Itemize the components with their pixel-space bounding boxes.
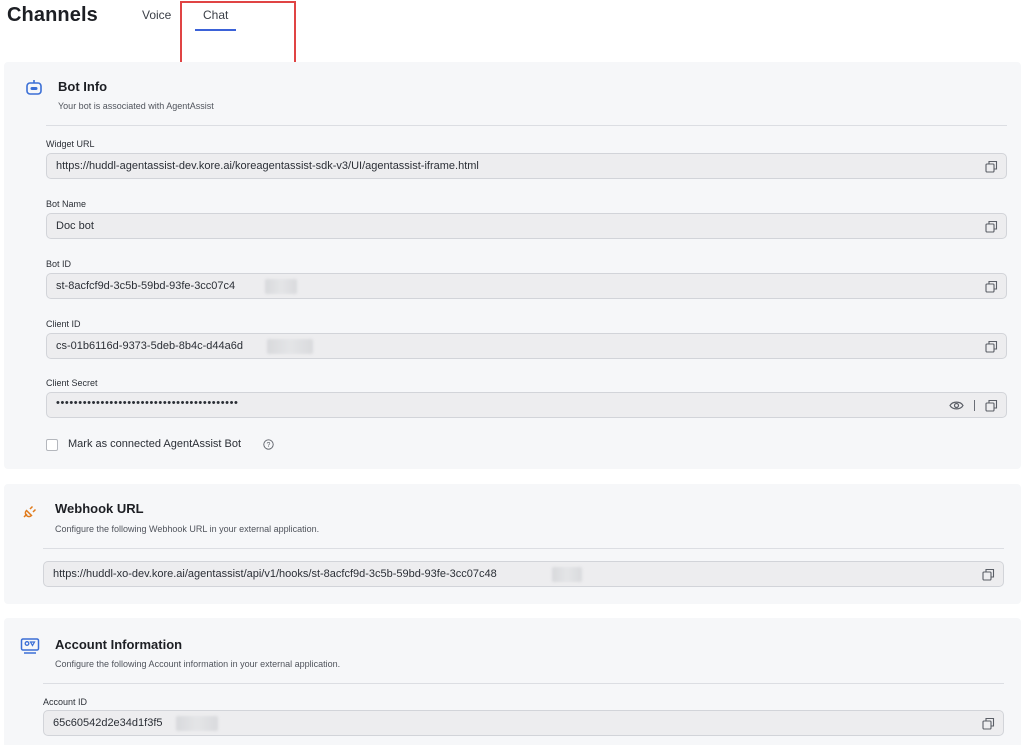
redaction-blur <box>265 279 297 294</box>
plug-icon <box>23 505 37 518</box>
account-title: Account Information <box>55 637 183 652</box>
account-card-icon <box>20 638 40 654</box>
client-secret-field[interactable]: ••••••••••••••••••••••••••••••••••••••••… <box>46 392 1007 418</box>
separator <box>974 400 975 411</box>
connected-bot-checkbox[interactable] <box>46 439 58 451</box>
bot-name-label: Bot Name <box>46 199 87 209</box>
account-subtitle: Configure the following Account informat… <box>55 659 341 669</box>
webhook-title: Webhook URL <box>55 501 144 516</box>
eye-icon[interactable] <box>949 399 964 412</box>
tab-voice[interactable]: Voice <box>142 8 171 22</box>
widget-url-field[interactable]: https://huddl-agentassist-dev.kore.ai/ko… <box>46 153 1007 179</box>
copy-icon[interactable] <box>985 220 998 233</box>
webhook-subtitle: Configure the following Webhook URL in y… <box>55 524 320 534</box>
webhook-url-value: https://huddl-xo-dev.kore.ai/agentassist… <box>53 568 497 580</box>
webhook-url-field[interactable]: https://huddl-xo-dev.kore.ai/agentassist… <box>43 561 1004 587</box>
bot-id-value: st-8acfcf9d-3c5b-59bd-93fe-3cc07c4 <box>56 280 236 292</box>
svg-text:?: ? <box>267 442 271 449</box>
divider <box>46 125 1007 126</box>
connected-bot-checkbox-label: Mark as connected AgentAssist Bot <box>68 438 242 450</box>
bot-name-value: Doc bot <box>56 220 94 232</box>
bot-info-subtitle: Your bot is associated with AgentAssist <box>58 101 214 111</box>
bot-name-field[interactable]: Doc bot <box>46 213 1007 239</box>
client-secret-value: ••••••••••••••••••••••••••••••••••••••••… <box>56 397 239 409</box>
webhook-card: Webhook URL Configure the following Webh… <box>4 484 1021 604</box>
redaction-blur <box>176 716 218 731</box>
bot-icon <box>26 80 42 95</box>
account-id-value: 65c60542d2e34d1f3f5 <box>53 717 163 729</box>
copy-icon[interactable] <box>985 340 998 353</box>
client-id-label: Client ID <box>46 319 81 329</box>
account-card: Account Information Configure the follow… <box>4 618 1021 745</box>
copy-icon[interactable] <box>985 399 998 412</box>
account-id-label: Account ID <box>43 697 88 707</box>
client-secret-label: Client Secret <box>46 378 98 388</box>
widget-url-value: https://huddl-agentassist-dev.kore.ai/ko… <box>56 160 479 172</box>
bot-id-field[interactable]: st-8acfcf9d-3c5b-59bd-93fe-3cc07c4 <box>46 273 1007 299</box>
widget-url-label: Widget URL <box>46 139 95 149</box>
page-title: Channels <box>7 4 98 26</box>
copy-icon[interactable] <box>985 280 998 293</box>
divider <box>43 548 1004 549</box>
client-id-value: cs-01b6116d-9373-5deb-8b4c-d44a6d <box>56 340 243 352</box>
divider <box>43 683 1004 684</box>
bot-info-card: Bot Info Your bot is associated with Age… <box>4 62 1021 469</box>
help-icon[interactable]: ? <box>263 439 274 450</box>
bot-id-label: Bot ID <box>46 259 72 269</box>
redaction-blur <box>267 339 313 354</box>
copy-icon[interactable] <box>982 717 995 730</box>
copy-icon[interactable] <box>982 568 995 581</box>
account-id-field[interactable]: 65c60542d2e34d1f3f5 <box>43 710 1004 736</box>
client-id-field[interactable]: cs-01b6116d-9373-5deb-8b4c-d44a6d <box>46 333 1007 359</box>
copy-icon[interactable] <box>985 160 998 173</box>
bot-info-title: Bot Info <box>58 79 108 94</box>
redaction-blur <box>552 567 582 582</box>
highlight-annotation-box <box>180 1 296 64</box>
